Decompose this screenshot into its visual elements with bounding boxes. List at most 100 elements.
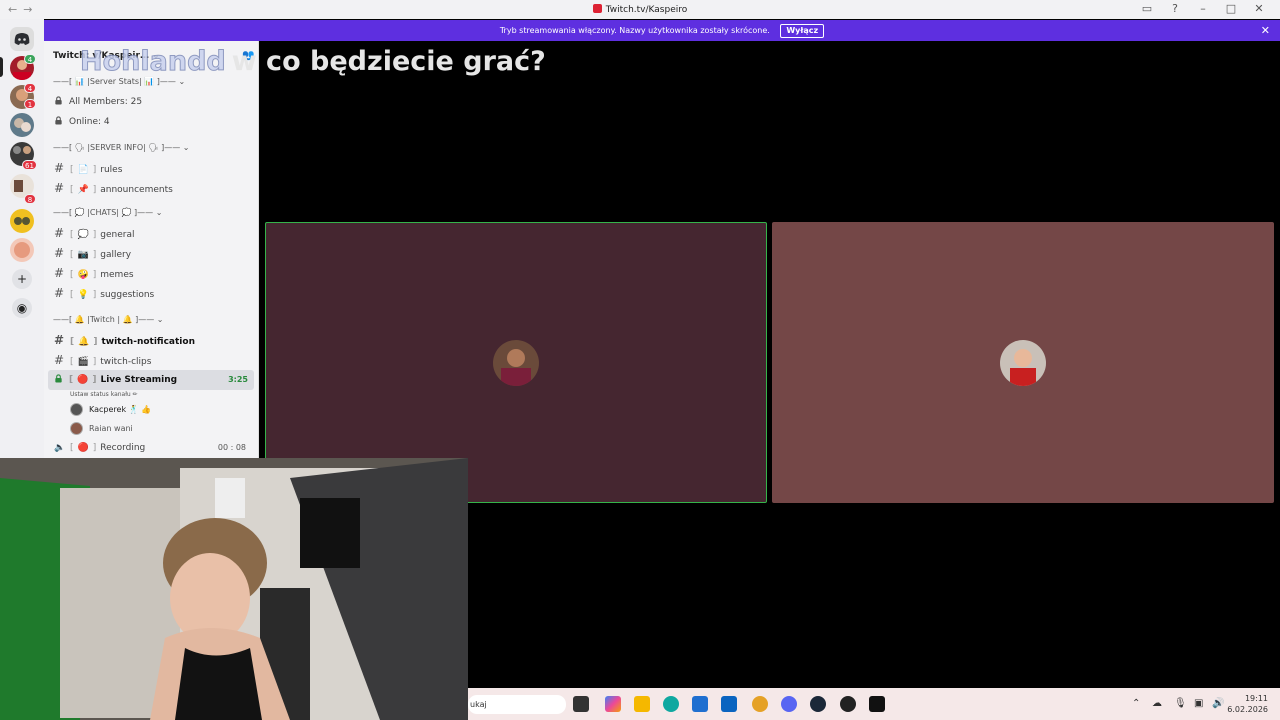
voice-lock-icon [55, 374, 62, 383]
channel-memes[interactable]: #[🤪] memes [44, 263, 258, 283]
hashtag-icon: # [54, 181, 65, 195]
copilot-icon[interactable] [605, 696, 621, 712]
channel-rules[interactable]: #[📄] rules [44, 158, 258, 178]
add-server-icon[interactable]: + [12, 269, 32, 289]
discord-home-icon[interactable] [10, 27, 34, 51]
live-indicator-badge: 4 [24, 54, 36, 64]
channel-list: Twitch: v/Kaspeir… ⌄ 👥 ——[ 📊 |Server Stat… [44, 41, 259, 459]
overlay-username: Hohlandd [80, 46, 227, 78]
channel-twitch-clips[interactable]: #[🎬] twitch-clips [44, 350, 258, 370]
channel-emoji: 🔔 [78, 337, 90, 347]
tray-chevron-icon[interactable]: ⌃ [1132, 698, 1140, 709]
hashtag-icon: # [54, 226, 65, 240]
stat-all-members-label: All Members: 25 [69, 97, 143, 107]
avatar [70, 403, 83, 416]
stat-online[interactable]: Online: 4 [44, 112, 258, 132]
voice-user[interactable]: Kacperek 🕺 👍 [44, 400, 258, 419]
browser-title-bar: ←→ Twitch.tv/Kaspeiro ▭ ? – □ ✕ [0, 0, 1280, 19]
help-icon[interactable]: ? [1168, 2, 1182, 15]
voice-timer: 3:25 [228, 375, 248, 384]
server-icon-6[interactable] [10, 209, 34, 233]
outlook-icon[interactable] [721, 696, 737, 712]
edge-icon[interactable] [663, 696, 679, 712]
stat-all-members[interactable]: All Members: 25 [44, 92, 258, 112]
hashtag-icon: # [54, 266, 65, 280]
taskbar-clock[interactable]: 19:11 6.02.2026 [1227, 693, 1268, 715]
channel-emoji: 💡 [77, 290, 89, 300]
streamer-mode-banner: Tryb streamowania włączony. Nazwy użytko… [44, 20, 1280, 41]
voice-timer: 00 : 08 [217, 443, 246, 452]
server-badge-1: 4 [24, 83, 36, 93]
category-server-info[interactable]: ——[ 🗣 |SERVER INFO| 🗣 ]—— ⌄ [44, 137, 258, 158]
twitch-favicon-icon [592, 4, 602, 13]
disable-streamer-mode-button[interactable]: Wyłącz [780, 24, 825, 38]
close-banner-icon[interactable]: ✕ [1261, 20, 1270, 41]
voice-user[interactable]: Raian wani [44, 419, 258, 438]
channel-name: suggestions [100, 290, 155, 300]
hashtag-icon: # [54, 161, 65, 175]
channel-gallery[interactable]: #[📷] gallery [44, 243, 258, 263]
avatar [70, 422, 83, 435]
channel-name: twitch-notification [101, 337, 195, 347]
speaker-icon: 🔈 [54, 443, 66, 453]
category-chats[interactable]: ——[ 💭 |CHATS| 💭 ]—— ⌄ [44, 202, 258, 223]
channel-suggestions[interactable]: #[💡] suggestions [44, 283, 258, 303]
voice-channel-live-streaming[interactable]: [🔴] Live Streaming 3:25 [48, 370, 254, 390]
channel-announcements[interactable]: #[📌] announcements [44, 178, 258, 198]
window-title-text: Twitch.tv/Kaspeiro [605, 5, 688, 15]
volume-icon[interactable]: 🔊 [1212, 698, 1224, 709]
close-window-icon[interactable]: ✕ [1252, 2, 1266, 15]
server-badge-2: 1 [24, 99, 36, 109]
lock-icon [55, 116, 62, 125]
channel-name: Live Streaming [100, 375, 178, 385]
microphone-icon[interactable]: 🎙 [1174, 698, 1187, 709]
onedrive-icon[interactable]: ☁ [1152, 698, 1162, 709]
overlay-message: w co będziecie grać? [231, 46, 546, 77]
channel-emoji: 📷 [77, 250, 89, 260]
discord-icon[interactable] [781, 696, 797, 712]
chrome-icon[interactable] [752, 696, 768, 712]
store-icon[interactable] [692, 696, 708, 712]
channel-emoji: 🎬 [77, 357, 89, 367]
voice-channel-recording[interactable]: 🔈[🔴] Recording 00 : 08 [44, 438, 258, 458]
set-channel-status[interactable]: Ustaw status kanału ✏ [44, 390, 258, 400]
steam-icon[interactable] [810, 696, 826, 712]
category-twitch[interactable]: ——[ 🔔 |Twitch | 🔔 ]—— ⌄ [44, 309, 258, 330]
inbox-icon[interactable]: ▭ [1140, 2, 1154, 15]
display-icon[interactable]: ▣ [1194, 698, 1203, 709]
avatar [1000, 339, 1046, 386]
explore-servers-icon[interactable]: ◉ [12, 298, 32, 318]
channel-name: rules [100, 165, 123, 175]
channel-emoji: 📌 [77, 185, 89, 195]
channel-name: gallery [100, 250, 132, 260]
channel-twitch-notification[interactable]: #[🔔] twitch-notification [44, 330, 258, 350]
channel-name: Recording [100, 443, 146, 453]
clock-time: 19:11 [1244, 694, 1268, 703]
taskbar-search-input[interactable]: ukaj [468, 695, 566, 714]
banner-text: Tryb streamowania włączony. Nazwy użytko… [499, 26, 770, 35]
channel-general[interactable]: #[💭] general [44, 223, 258, 243]
obs-icon[interactable] [840, 696, 856, 712]
minimize-icon[interactable]: – [1196, 2, 1210, 15]
channel-name: twitch-clips [100, 357, 152, 367]
task-view-icon[interactable] [573, 696, 589, 712]
maximize-icon[interactable]: □ [1224, 2, 1238, 15]
channel-emoji: 💭 [77, 230, 89, 240]
hashtag-icon: # [54, 246, 65, 260]
app-icon[interactable] [869, 696, 885, 712]
window-title: Twitch.tv/Kaspeiro [0, 4, 1280, 15]
server-badge-4: 8 [24, 194, 36, 204]
stat-online-label: Online: 4 [69, 117, 110, 127]
server-icon-7[interactable] [10, 238, 34, 262]
voice-user-name: Raian wani [89, 424, 133, 433]
voice-participant-tile[interactable] [772, 222, 1274, 503]
file-explorer-icon[interactable] [634, 696, 650, 712]
channel-name: memes [100, 270, 134, 280]
server-icon-3[interactable] [10, 113, 34, 137]
channel-emoji: 🤪 [77, 270, 89, 280]
channel-name: announcements [100, 185, 173, 195]
voice-user-name: Kacperek 🕺 👍 [89, 405, 152, 414]
avatar [493, 339, 539, 386]
hashtag-icon: # [54, 286, 65, 300]
selected-server-pill [0, 57, 3, 77]
